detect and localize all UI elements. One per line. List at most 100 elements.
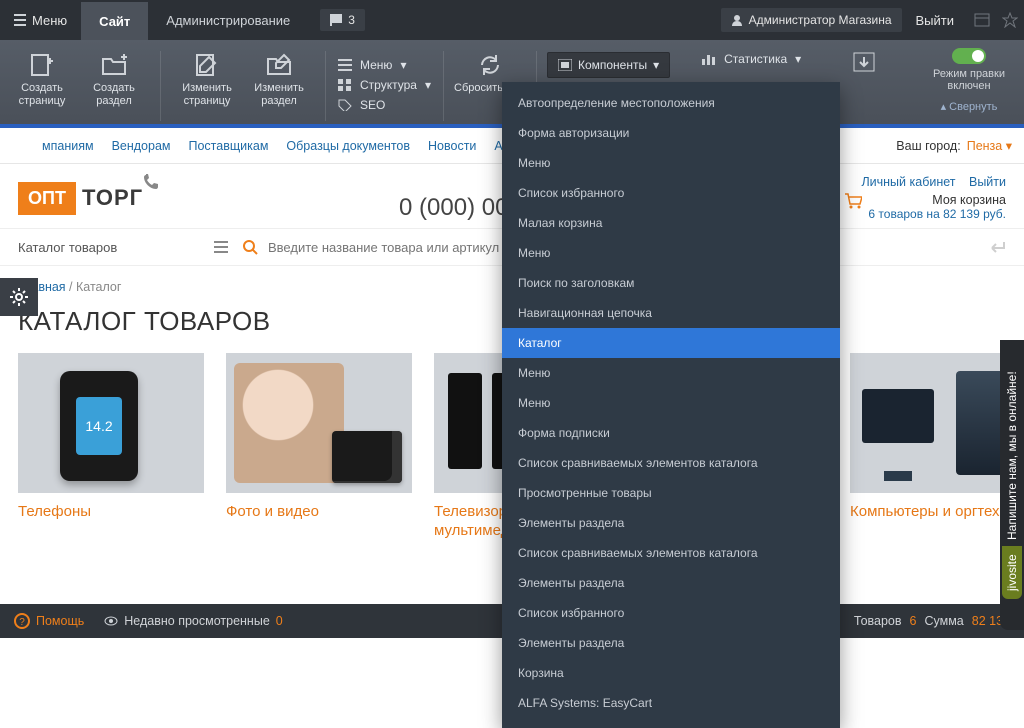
components-menu-item[interactable]: Элементы раздела [502,568,840,598]
components-menu-item[interactable]: Список сравниваемых элементов каталога [502,538,840,568]
notifications-badge[interactable]: 3 [320,9,365,31]
edit-mode-panel: Режим правки включен ▴ Свернуть [924,48,1014,113]
cart-icon [844,193,862,209]
components-menu-item[interactable]: Просмотренные товары [502,478,840,508]
components-menu-item[interactable]: Список избранного [502,598,840,628]
settings-side-tab[interactable] [0,278,38,316]
list-icon [338,59,352,71]
components-menu-item[interactable]: Навигационная цепочка [502,298,840,328]
tag-icon [338,99,352,111]
jivosite-tab[interactable]: jivosite Напишите нам, мы в онлайне! [1000,340,1024,630]
goods-label: Товаров [854,614,902,628]
gear-icon [9,287,29,307]
toolbar-structure-label: Структура [360,78,417,92]
page-plus-icon [28,52,56,78]
folder-edit-icon [265,52,293,78]
star-icon[interactable] [1002,12,1018,28]
components-menu-item[interactable]: Поиск по заголовкам [502,268,840,298]
svg-text:?: ? [19,617,25,628]
recent-viewed-link[interactable]: Недавно просмотренные 0 [104,614,282,628]
download-button[interactable] [853,52,875,72]
edit-mode-toggle[interactable] [952,48,986,64]
personal-account-link[interactable]: Личный кабинет [861,175,955,189]
components-menu-item[interactable]: Каталог [502,328,840,358]
components-menu-item[interactable]: ALFA Systems: EasyCart [502,688,840,718]
city-selector[interactable]: Пенза ▾ [967,138,1012,153]
tab-site-label: Сайт [99,14,130,29]
edit-section-button[interactable]: Изменить раздел [243,48,315,107]
enter-icon[interactable] [988,240,1006,254]
components-menu-item[interactable]: Меню [502,358,840,388]
chevron-down-icon: ▾ [400,58,406,72]
cart-title[interactable]: Моя корзина [868,193,1006,207]
nav-link[interactable]: Образцы документов [286,139,410,153]
admin-menu-button[interactable]: Меню [0,0,81,40]
toolbar-seo-label: SEO [360,98,385,112]
components-menu-item[interactable]: Список сравниваемых элементов каталога [502,448,840,478]
download-icon [853,52,875,72]
logout-link[interactable]: Выйти [902,13,969,28]
catalog-item-image [850,353,1024,493]
cart-subtitle[interactable]: 6 товаров на 82 139 руб. [868,207,1006,221]
site-logout-link[interactable]: Выйти [969,175,1006,189]
create-section-button[interactable]: Создать раздел [78,48,150,107]
components-menu-item[interactable]: Форма подписки [502,418,840,448]
catalog-item[interactable]: Телефоны [18,353,204,545]
jivo-text: Напишите нам, мы в онлайне! [1005,371,1019,540]
components-menu-item[interactable]: Меню [502,388,840,418]
collapse-toolbar-link[interactable]: ▴ Свернуть [924,100,1014,113]
current-user-badge[interactable]: Администратор Магазина [721,8,902,32]
create-section-label: Создать раздел [78,82,150,107]
grid-icon [338,79,352,91]
nav-link[interactable]: Новости [428,139,476,153]
components-menu-item[interactable]: Форма авторизации [502,118,840,148]
logo-torg: ТОРГ [82,185,143,211]
user-name: Администратор Магазина [749,13,892,27]
your-city-label: Ваш город: [896,139,960,153]
admin-menu-label: Меню [32,13,67,28]
nav-link[interactable]: Вендорам [112,139,171,153]
nav-link[interactable]: Поставщикам [189,139,269,153]
catalog-dropdown[interactable]: Каталог товаров [18,240,228,255]
components-menu-item[interactable]: Автоопределение местоположения [502,88,840,118]
flag-icon [330,14,342,26]
tab-site[interactable]: Сайт [81,0,148,40]
components-menu-item[interactable]: Корзина [502,658,840,688]
collapse-label: Свернуть [949,101,997,113]
components-menu-item[interactable]: Элементы раздела [502,508,840,538]
toolbar-menu-link[interactable]: Меню▾ [338,58,431,72]
recent-count: 0 [276,614,283,628]
calendar-icon[interactable] [974,12,990,28]
components-menu-item[interactable]: Элементы раздела [502,628,840,658]
hamburger-icon [214,241,228,253]
city-name: Пенза [967,139,1003,153]
create-page-button[interactable]: Создать страницу [6,48,78,107]
edit-page-button[interactable]: Изменить страницу [171,48,243,107]
stats-dropdown-button[interactable]: Статистика ▾ [702,52,801,66]
components-dropdown-button[interactable]: Компоненты ▾ [547,52,670,78]
components-menu-item[interactable]: Меню [502,148,840,178]
hamburger-icon [14,14,26,26]
catalog-label: Каталог товаров [18,240,117,255]
logout-label: Выйти [916,13,955,28]
component-icon [558,59,572,71]
user-icon [731,14,743,26]
components-menu-item[interactable]: Меню [502,238,840,268]
catalog-item-title: Фото и видео [226,493,412,526]
eye-icon [104,614,118,628]
catalog-item[interactable]: Фото и видео [226,353,412,545]
toolbar-seo-link[interactable]: SEO [338,98,431,112]
notif-count: 3 [348,13,355,27]
help-link[interactable]: ? Помощь [14,613,84,629]
components-label: Компоненты [578,58,647,72]
phone-icon [143,174,159,190]
nav-link[interactable]: мпаниям [42,139,94,153]
catalog-item[interactable]: Компьютеры и оргтехника [850,353,1024,545]
site-logo[interactable]: ОПТ ТОРГ [18,182,143,215]
page-edit-icon [193,52,221,78]
components-menu-item[interactable]: Список избранного [502,178,840,208]
logo-opt: ОПТ [18,182,76,215]
components-menu-item[interactable]: Малая корзина [502,208,840,238]
tab-administration[interactable]: Администрирование [148,0,308,40]
toolbar-structure-link[interactable]: Структура▾ [338,78,431,92]
